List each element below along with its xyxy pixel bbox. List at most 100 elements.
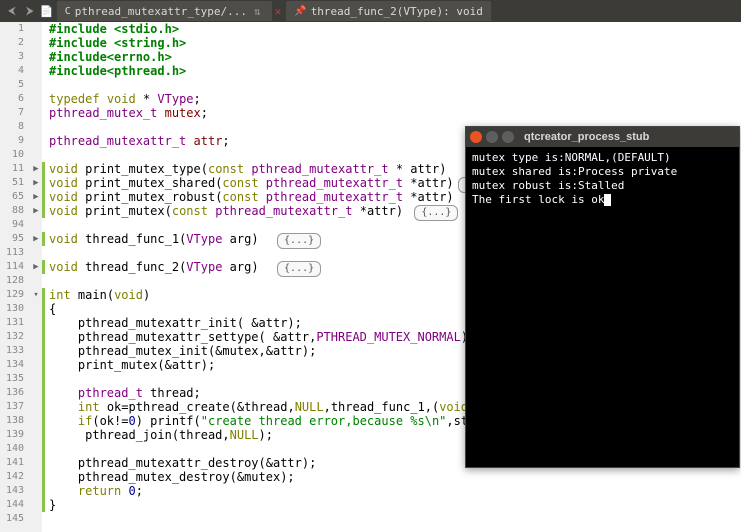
symbol-tab-group: 📌 thread_func_2(VType): void	[285, 0, 492, 22]
code-line	[49, 512, 741, 526]
fold-marker-icon[interactable]	[30, 148, 42, 162]
fold-marker-icon[interactable]	[30, 302, 42, 316]
line-number: 143	[0, 484, 24, 498]
line-number: 4	[0, 64, 24, 78]
save-icon[interactable]: 📄	[40, 4, 54, 18]
fold-marker-icon[interactable]: ▶	[30, 204, 42, 218]
fold-marker-icon[interactable]	[30, 470, 42, 484]
fold-marker-icon[interactable]	[30, 442, 42, 456]
fold-ellipsis[interactable]: {...}	[277, 233, 321, 249]
terminal-close-icon[interactable]	[470, 131, 482, 143]
line-number: 8	[0, 120, 24, 134]
terminal-cursor	[604, 194, 611, 206]
line-number: 145	[0, 512, 24, 526]
fold-marker-icon[interactable]	[30, 358, 42, 372]
line-number: 6	[0, 92, 24, 106]
line-number: 113	[0, 246, 24, 260]
line-number: 138	[0, 414, 24, 428]
fold-marker-icon[interactable]	[30, 484, 42, 498]
close-tab-icon[interactable]: ✕	[273, 5, 284, 18]
line-number: 133	[0, 344, 24, 358]
line-number: 139	[0, 428, 24, 442]
terminal-line: mutex robust is:Stalled	[472, 179, 733, 193]
terminal-minimize-icon[interactable]	[486, 131, 498, 143]
fold-marker-icon[interactable]	[30, 106, 42, 120]
terminal-line: mutex type is:NORMAL,(DEFAULT)	[472, 151, 733, 165]
code-line: typedef void * VType;	[49, 92, 741, 106]
line-number: 128	[0, 274, 24, 288]
fold-marker-icon[interactable]	[30, 414, 42, 428]
fold-marker-icon[interactable]	[30, 36, 42, 50]
line-number: 2	[0, 36, 24, 50]
line-number: 65	[0, 190, 24, 204]
nav-fwd-icon[interactable]: ⮞	[22, 4, 38, 18]
fold-marker-icon[interactable]	[30, 372, 42, 386]
code-line: #include <string.h>	[49, 36, 741, 50]
fold-marker-icon[interactable]	[30, 400, 42, 414]
code-line: #include<errno.h>	[49, 50, 741, 64]
fold-marker-icon[interactable]	[30, 456, 42, 470]
code-line	[49, 78, 741, 92]
line-number: 11	[0, 162, 24, 176]
fold-marker-icon[interactable]	[30, 92, 42, 106]
tab-label: pthread_mutexattr_type/...	[75, 5, 247, 18]
line-number: 144	[0, 498, 24, 512]
tab-dropdown-icon[interactable]: ⇅	[251, 5, 264, 18]
pin-icon: 📌	[294, 6, 306, 17]
fold-marker-icon[interactable]: ▶	[30, 162, 42, 176]
fold-marker-icon[interactable]	[30, 246, 42, 260]
fold-marker-icon[interactable]	[30, 344, 42, 358]
line-number: 142	[0, 470, 24, 484]
line-number: 129	[0, 288, 24, 302]
fold-marker-icon[interactable]: ▶	[30, 232, 42, 246]
line-number: 7	[0, 106, 24, 120]
fold-marker-icon[interactable]: ▶	[30, 260, 42, 274]
fold-marker-icon[interactable]: ▶	[30, 190, 42, 204]
line-number: 136	[0, 386, 24, 400]
fold-marker-icon[interactable]	[30, 512, 42, 526]
fold-marker-icon[interactable]	[30, 22, 42, 36]
fold-marker-icon[interactable]	[30, 64, 42, 78]
file-tab-group: C pthread_mutexattr_type/... ⇅ ✕	[56, 0, 283, 22]
fold-marker-icon[interactable]	[30, 78, 42, 92]
terminal-titlebar[interactable]: qtcreator_process_stub	[466, 127, 739, 147]
line-number: 9	[0, 134, 24, 148]
fold-marker-icon[interactable]	[30, 120, 42, 134]
file-tab-1[interactable]: C pthread_mutexattr_type/... ⇅	[57, 1, 272, 21]
fold-gutter: ▶▶▶▶▶▶▾	[30, 22, 42, 532]
cpp-file-icon: C	[65, 6, 71, 17]
fold-marker-icon[interactable]	[30, 50, 42, 64]
symbol-tab[interactable]: 📌 thread_func_2(VType): void	[286, 1, 491, 21]
fold-marker-icon[interactable]	[30, 218, 42, 232]
terminal-maximize-icon[interactable]	[502, 131, 514, 143]
nav-back-icon[interactable]: ⮜	[4, 4, 20, 18]
fold-marker-icon[interactable]: ▶	[30, 176, 42, 190]
fold-marker-icon[interactable]	[30, 316, 42, 330]
fold-marker-icon[interactable]	[30, 386, 42, 400]
line-number: 135	[0, 372, 24, 386]
code-line: return 0;	[49, 484, 741, 498]
terminal-window[interactable]: qtcreator_process_stub mutex type is:NOR…	[465, 126, 740, 468]
line-number-gutter: 1234567891011516588949511311412812913013…	[0, 22, 30, 532]
top-toolbar: ⮜ ⮞ 📄 C pthread_mutexattr_type/... ⇅ ✕ 📌…	[0, 0, 741, 22]
line-number: 95	[0, 232, 24, 246]
symbol-label: thread_func_2(VType): void	[311, 5, 483, 18]
line-number: 131	[0, 316, 24, 330]
fold-ellipsis[interactable]: {...}	[414, 205, 458, 221]
line-number: 88	[0, 204, 24, 218]
fold-marker-icon[interactable]	[30, 274, 42, 288]
fold-marker-icon[interactable]: ▾	[30, 288, 42, 302]
fold-marker-icon[interactable]	[30, 428, 42, 442]
line-number: 10	[0, 148, 24, 162]
fold-marker-icon[interactable]	[30, 498, 42, 512]
fold-ellipsis[interactable]: {...}	[277, 261, 321, 277]
line-number: 94	[0, 218, 24, 232]
terminal-output: mutex type is:NORMAL,(DEFAULT)mutex shar…	[466, 147, 739, 211]
line-number: 5	[0, 78, 24, 92]
code-line: }	[49, 498, 741, 512]
fold-marker-icon[interactable]	[30, 134, 42, 148]
line-number: 51	[0, 176, 24, 190]
line-number: 130	[0, 302, 24, 316]
fold-marker-icon[interactable]	[30, 330, 42, 344]
line-number: 137	[0, 400, 24, 414]
